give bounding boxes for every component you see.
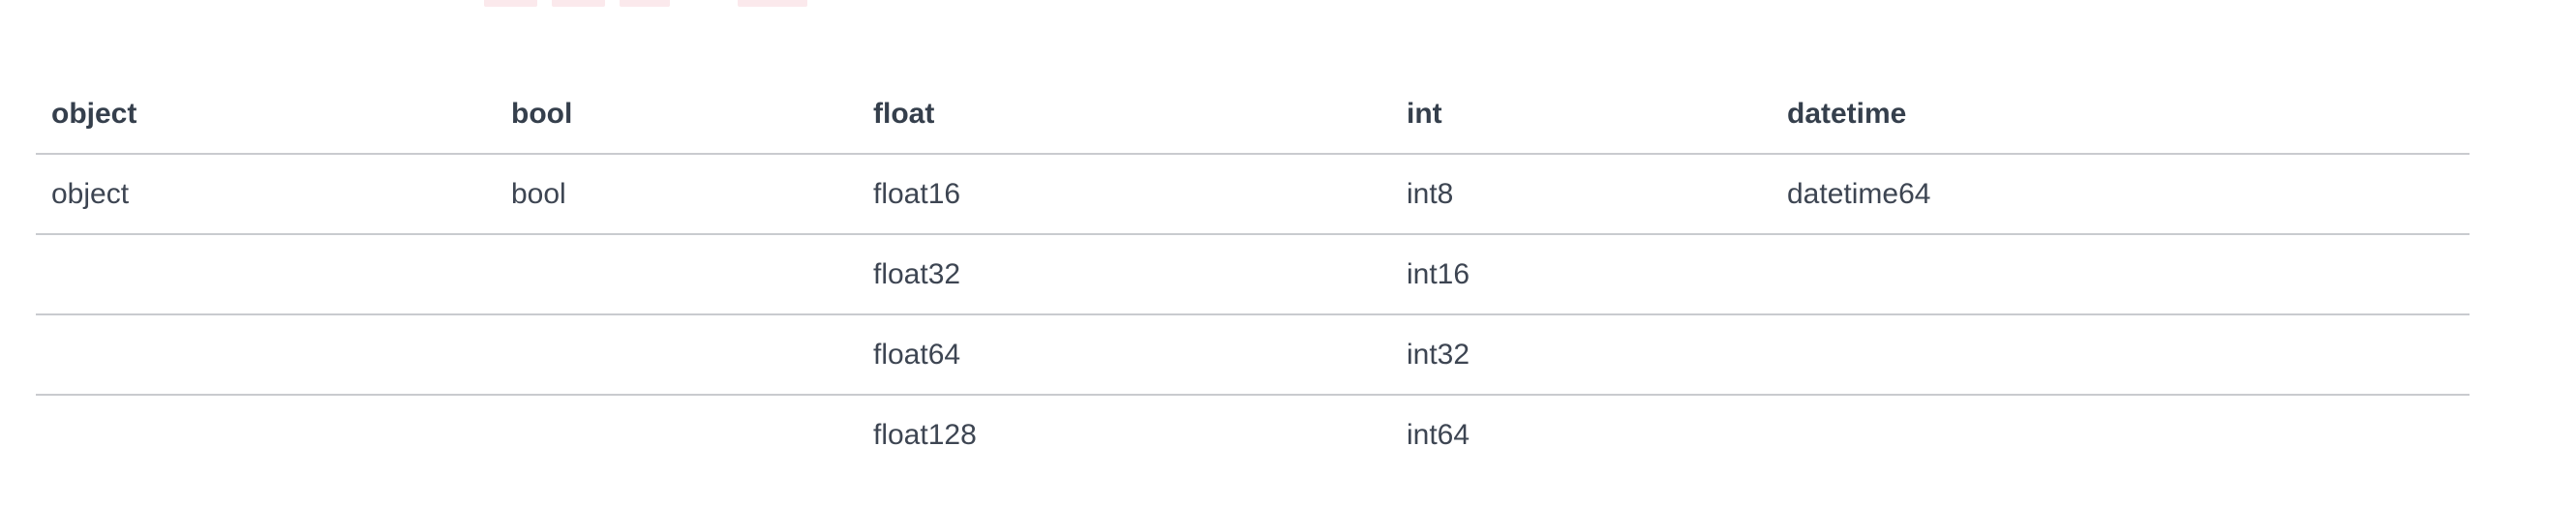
table-row: float32 int16 [36,234,2470,315]
table-cell: int16 [1391,234,1772,315]
top-decoration [0,0,2576,8]
table-cell [1772,234,2470,315]
table-cell [36,234,496,315]
table-row: float64 int32 [36,314,2470,396]
dtype-table: object bool float int datetime object bo… [36,75,2470,474]
column-header-bool: bool [496,75,858,155]
table-cell [36,314,496,396]
column-header-float: float [858,75,1391,155]
table-cell: float128 [873,418,977,451]
top-marker [552,0,605,7]
table-body: object bool float16 int8 datetime64 floa… [36,154,2470,474]
table-cell [1772,395,2470,474]
table-cell: float16 [858,154,1391,235]
column-header-datetime: datetime [1772,75,2470,155]
table-cell: float64 [858,314,1391,396]
table-cell: int8 [1391,154,1772,235]
table-cell [496,314,858,396]
table-cell: int64 [1407,418,1470,451]
table-cell: float32 [858,234,1391,315]
table-cell: bool [496,154,858,235]
top-marker [620,0,670,7]
column-header-object: object [36,75,496,155]
column-header-int: int [1391,75,1772,155]
page: object bool float int datetime object bo… [0,0,2576,506]
table-cell [36,395,496,474]
top-marker [484,0,537,7]
table-cell [1772,314,2470,396]
header-row: object bool float int datetime [36,75,2470,155]
table-cell: int32 [1391,314,1772,396]
table-row: object bool float16 int8 datetime64 [36,154,2470,235]
table-cell [496,395,858,474]
table-cell: datetime64 [1772,154,2470,235]
table-cell [496,234,858,315]
top-marker [738,0,807,7]
table-header: object bool float int datetime [36,75,2470,155]
table-row: float128 int64 [36,395,2470,474]
dtype-table-container: object bool float int datetime object bo… [36,75,2470,474]
table-cell: object [36,154,496,235]
